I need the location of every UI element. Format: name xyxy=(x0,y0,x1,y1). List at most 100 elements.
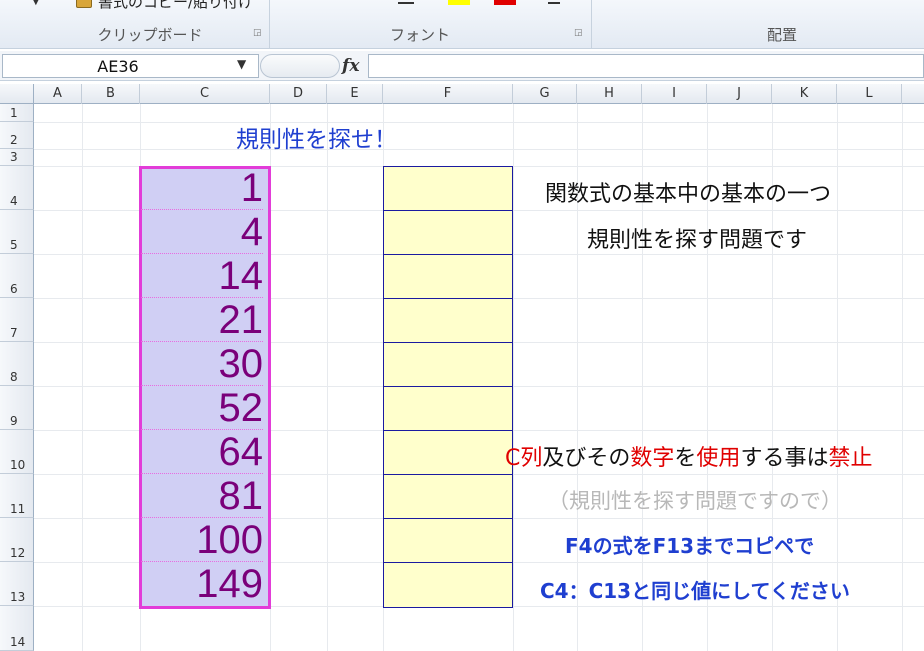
row-header-2[interactable]: 2 xyxy=(0,122,34,149)
row-header-6[interactable]: 6 xyxy=(0,254,34,298)
cell-f6[interactable] xyxy=(383,254,513,299)
row-header-10[interactable]: 10 xyxy=(0,430,34,474)
column-header-f[interactable]: F xyxy=(383,84,513,104)
rule-part: 数字 xyxy=(630,446,675,471)
cell-f13[interactable] xyxy=(383,562,513,608)
column-header-d[interactable]: D xyxy=(270,84,327,104)
border-icon[interactable] xyxy=(548,0,560,4)
name-box[interactable]: AE36 ▼ xyxy=(2,54,259,78)
formula-bar-handle[interactable] xyxy=(260,54,340,78)
instruction-line-1[interactable]: F4の式をF13までコピペで xyxy=(565,530,814,559)
rule-part: C列 xyxy=(505,446,543,471)
row-number: 2 xyxy=(10,133,18,147)
cell-c7[interactable]: 21 xyxy=(141,298,263,342)
select-all-corner[interactable] xyxy=(0,84,34,104)
underline-icon[interactable] xyxy=(398,2,414,4)
row-number: 11 xyxy=(10,502,26,516)
description-line-2[interactable]: 規則性を探す問題です xyxy=(587,222,807,254)
group-separator xyxy=(269,0,270,48)
rule-part: 使用 xyxy=(696,446,741,471)
gridline xyxy=(34,122,924,123)
gridline xyxy=(902,104,903,651)
gridline xyxy=(34,149,924,150)
row-number: 10 xyxy=(10,458,26,472)
font-color-swatch[interactable] xyxy=(448,0,470,5)
row-number: 8 xyxy=(10,370,18,384)
column-header-i[interactable]: I xyxy=(642,84,707,104)
column-header-g[interactable]: G xyxy=(513,84,577,104)
group-label-alignment: 配置 xyxy=(766,26,797,44)
cell-f7[interactable] xyxy=(383,298,513,343)
row-header-14[interactable]: 14 xyxy=(0,606,34,651)
row-header-5[interactable]: 5 xyxy=(0,210,34,254)
name-box-value: AE36 xyxy=(97,57,139,76)
row-header-4[interactable]: 4 xyxy=(0,166,34,210)
column-header-k[interactable]: K xyxy=(772,84,837,104)
gridline xyxy=(513,104,514,651)
ribbon: ▼ 書式のコピー/貼り付け クリップボード ◲ フォント ◲ 配置 xyxy=(0,0,924,49)
column-header-a[interactable]: A xyxy=(34,84,82,104)
cell-f4[interactable] xyxy=(383,166,513,211)
cell-f8[interactable] xyxy=(383,342,513,387)
row-number: 6 xyxy=(10,282,18,296)
cell-c10[interactable]: 64 xyxy=(141,430,263,474)
rule-text[interactable]: C列及びその数字を使用する事は禁止 xyxy=(505,440,872,472)
row-header-12[interactable]: 12 xyxy=(0,518,34,562)
row-header-7[interactable]: 7 xyxy=(0,298,34,342)
gridline xyxy=(837,104,838,651)
row-number: 12 xyxy=(10,546,26,560)
row-header-1[interactable]: 1 xyxy=(0,104,34,122)
cell-f5[interactable] xyxy=(383,210,513,255)
note-text[interactable]: （規則性を探す問題ですので） xyxy=(548,485,842,515)
gridline xyxy=(327,104,328,651)
format-painter-icon[interactable] xyxy=(76,0,92,8)
cell-c5[interactable]: 4 xyxy=(141,210,263,254)
row-header-13[interactable]: 13 xyxy=(0,562,34,606)
insert-function-icon[interactable]: fx xyxy=(342,56,359,76)
dropdown-arrow-icon[interactable]: ▼ xyxy=(32,0,40,7)
rule-part: を xyxy=(674,446,697,471)
group-label-font: フォント xyxy=(389,26,450,44)
cell-f11[interactable] xyxy=(383,474,513,519)
row-number: 4 xyxy=(10,194,18,208)
column-header-e[interactable]: E xyxy=(327,84,383,104)
sheet-title[interactable]: 規則性を探せ！ xyxy=(236,120,397,154)
row-header-8[interactable]: 8 xyxy=(0,342,34,386)
rule-part: 及びその xyxy=(542,446,631,471)
row-number: 7 xyxy=(10,326,18,340)
row-header-11[interactable]: 11 xyxy=(0,474,34,518)
cell-c12[interactable]: 100 xyxy=(141,518,263,562)
column-header-h[interactable]: H xyxy=(577,84,642,104)
row-number: 9 xyxy=(10,414,18,428)
cell-c9[interactable]: 52 xyxy=(141,386,263,430)
cell-c6[interactable]: 14 xyxy=(141,254,263,298)
column-header-c[interactable]: C xyxy=(140,84,270,104)
column-header-j[interactable]: J xyxy=(707,84,772,104)
font-color-swatch-red[interactable] xyxy=(494,0,516,5)
instruction-line-2[interactable]: C4：C13と同じ値にしてください xyxy=(540,575,850,604)
cell-c8[interactable]: 30 xyxy=(141,342,263,386)
group-label-clipboard: クリップボード xyxy=(97,26,203,44)
group-separator xyxy=(591,0,592,48)
chevron-down-icon[interactable]: ▼ xyxy=(237,57,255,71)
cell-f9[interactable] xyxy=(383,386,513,431)
format-painter-button[interactable]: 書式のコピー/貼り付け xyxy=(98,0,264,12)
column-header-b[interactable]: B xyxy=(82,84,140,104)
formula-input[interactable] xyxy=(368,54,924,78)
column-header-l[interactable]: L xyxy=(837,84,902,104)
description-line-1[interactable]: 関数式の基本中の基本の一つ xyxy=(545,176,831,208)
font-launcher-icon[interactable]: ◲ xyxy=(574,28,584,38)
row-number: 3 xyxy=(10,150,18,164)
row-header-9[interactable]: 9 xyxy=(0,386,34,430)
rule-part: 禁止 xyxy=(828,446,873,471)
row-number: 1 xyxy=(10,106,18,120)
cell-c4[interactable]: 1 xyxy=(141,166,263,210)
cell-c13[interactable]: 149 xyxy=(141,562,263,606)
cell-c11[interactable]: 81 xyxy=(141,474,263,518)
rule-part: する事は xyxy=(740,446,829,471)
cell-f10[interactable] xyxy=(383,430,513,475)
row-header-3[interactable]: 3 xyxy=(0,149,34,166)
clipboard-launcher-icon[interactable]: ◲ xyxy=(253,28,263,38)
row-number: 14 xyxy=(10,635,26,649)
cell-f12[interactable] xyxy=(383,518,513,563)
